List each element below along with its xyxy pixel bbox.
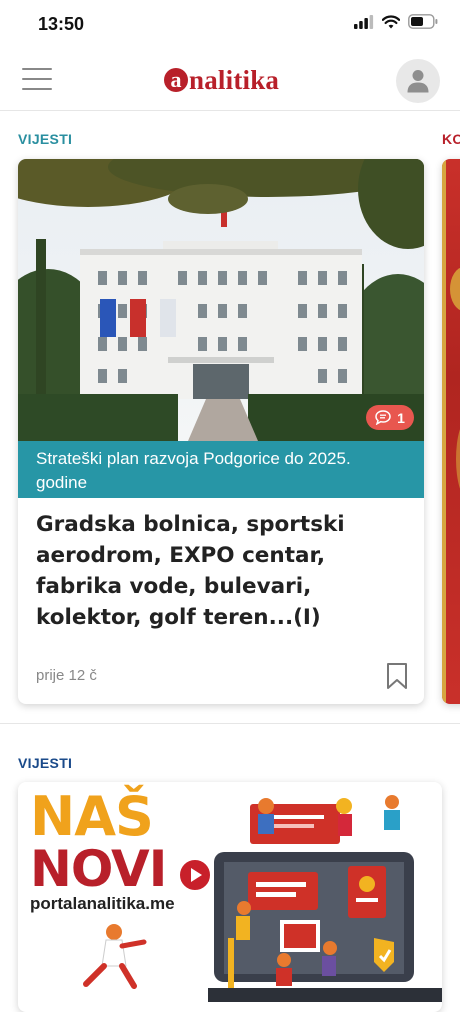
status-bar: 13:50 [0, 0, 460, 52]
promo-line2: NOVI [30, 840, 167, 898]
bookmark-icon[interactable] [386, 662, 408, 690]
next-article-image [442, 159, 460, 704]
comment-count-badge[interactable]: 1 [366, 405, 414, 430]
app-logo[interactable]: a nalitika [164, 62, 279, 98]
battery-icon [408, 14, 438, 29]
wifi-icon [382, 14, 400, 28]
article-title[interactable]: Gradska bolnica, sportski aerodrom, EXPO… [36, 509, 406, 633]
next-article-card[interactable] [442, 159, 460, 704]
logo-text: nalitika [189, 64, 280, 95]
promo-card[interactable]: NAŠ NOVI portalanalitika.me [18, 782, 442, 1012]
comment-icon [375, 410, 391, 425]
article-time: prije 12 č [36, 667, 97, 684]
section-divider [0, 723, 460, 724]
user-avatar-button[interactable] [396, 59, 440, 103]
status-icons [354, 14, 438, 29]
promo-illustration [208, 795, 442, 1002]
promo-url: portalanalitika.me [30, 894, 175, 913]
section-label-2[interactable]: VIJESTI [18, 755, 72, 771]
promo-line1: NAŠ [30, 785, 154, 848]
next-section-label[interactable]: KO [442, 131, 460, 147]
app-header: a nalitika [0, 52, 460, 111]
article-category[interactable]: Strateški plan razvoja Podgorice do 2025… [18, 441, 424, 498]
user-icon [407, 70, 429, 93]
comment-count: 1 [397, 409, 405, 426]
status-time: 13:50 [38, 14, 85, 34]
logo-mark: a [164, 68, 188, 92]
menu-icon[interactable] [22, 68, 52, 94]
promo-figure [83, 924, 147, 989]
article-card[interactable]: 1 Strateški plan razvoja Podgorice do 20… [18, 159, 424, 704]
section-label[interactable]: VIJESTI [18, 131, 72, 147]
signal-icon [354, 14, 374, 29]
article-image[interactable]: 1 [18, 159, 424, 441]
